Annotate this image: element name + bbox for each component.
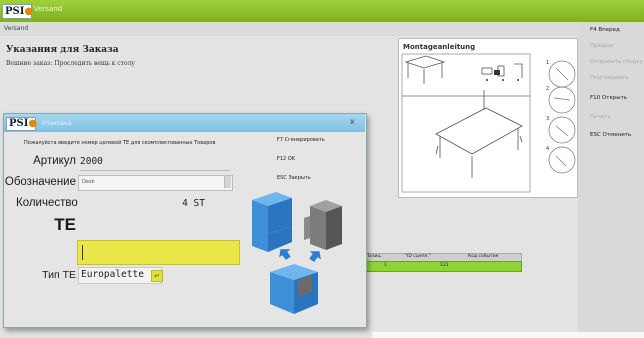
article-value: 2000 — [80, 156, 103, 167]
grid-cell-position: 1 — [384, 263, 387, 268]
page-heading: Указания для Заказа — [6, 45, 119, 55]
dialog-title: Упаковка — [42, 120, 72, 127]
description-label: Обозначение — [4, 176, 76, 188]
logo-text: PSI — [5, 6, 25, 17]
logo-dot-icon: ● — [28, 118, 38, 129]
breadcrumb-bar — [0, 22, 578, 37]
status-strip — [372, 332, 644, 338]
close-icon[interactable]: x — [350, 117, 355, 126]
ok-button[interactable]: F12 OK — [277, 156, 295, 162]
te-type-label: Тип ТЕ — [42, 269, 76, 281]
article-label: Артикул — [33, 155, 76, 167]
step-number: 1 — [546, 60, 549, 66]
te-input[interactable] — [77, 240, 240, 265]
side-menu-cancel[interactable]: ESC Отменить — [590, 132, 631, 138]
description-scrollbar[interactable] — [224, 176, 231, 188]
description-field[interactable] — [78, 175, 233, 191]
psi-logo: PSI● — [2, 4, 34, 19]
text-caret — [82, 245, 83, 260]
quantity-value: 4 ST — [182, 198, 205, 209]
te-type-value: Europalette — [81, 269, 144, 280]
window-title: Versand — [34, 5, 63, 13]
article-underline — [80, 170, 230, 171]
grid-header-position[interactable]: Позиц. — [366, 254, 382, 259]
grid-header-event-code[interactable]: Код события — [468, 254, 498, 259]
dialog-psi-logo: PSI● — [6, 117, 38, 131]
side-menu — [578, 22, 644, 338]
logo-dot-icon: ● — [24, 6, 34, 17]
generate-button[interactable]: F7 Сгенерировать — [277, 137, 325, 143]
dialog-logo-text: PSI — [9, 118, 29, 129]
side-menu-open[interactable]: F10 Открыть — [590, 95, 627, 101]
app-titlebar — [0, 0, 644, 22]
packing-illustration — [252, 192, 342, 314]
grid-cell-link-id: 121 — [440, 263, 449, 268]
step-number: 2 — [546, 86, 549, 92]
breadcrumb: Versand — [4, 25, 29, 32]
side-menu-print[interactable]: Печать — [590, 114, 611, 120]
description-value: Desk — [82, 179, 95, 185]
dialog-prompt: Пожалуйста введите номер целевой ТЕ для … — [24, 140, 216, 146]
step-number: 4 — [546, 146, 549, 152]
quantity-label: Количество — [16, 197, 78, 209]
step-number: 3 — [546, 116, 549, 122]
assembly-title: Montageanleitung — [403, 43, 476, 51]
enter-icon[interactable]: ↵ — [151, 270, 163, 282]
side-menu-send-assembly[interactable]: Отправить сборку — [590, 59, 643, 65]
side-menu-previous[interactable]: Предыд — [590, 43, 613, 49]
side-menu-confirm[interactable]: Подтвердить — [590, 75, 628, 81]
assembly-diagram: 1 2 3 4 — [401, 53, 576, 193]
order-note: Вешние заказ: Проследить вещь к столу — [6, 60, 135, 67]
grid-header-link-id[interactable]: "ID сцепл." — [405, 254, 431, 259]
te-label: TE — [54, 215, 76, 234]
side-menu-forward[interactable]: F4 Вперед — [590, 27, 620, 33]
